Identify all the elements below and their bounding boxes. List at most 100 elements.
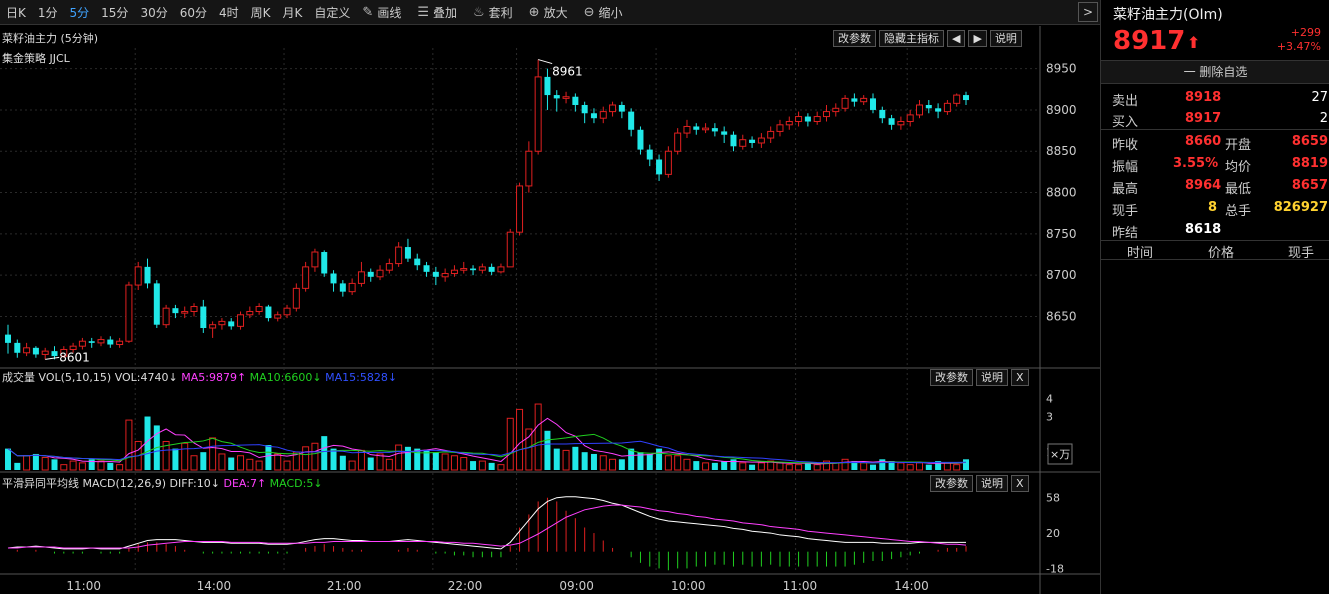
volume-bar	[590, 453, 597, 470]
period-5min[interactable]: 5分	[70, 4, 90, 21]
candle-body	[581, 104, 588, 114]
remove-watchlist-button[interactable]: 一 删除自选	[1101, 60, 1329, 84]
next-arrow-button[interactable]: ▶	[968, 30, 987, 47]
volume-bar	[450, 455, 458, 471]
candle-body	[572, 96, 579, 105]
volume-bar	[757, 462, 765, 471]
candle-body	[757, 137, 765, 144]
volume-bar	[776, 462, 784, 471]
price-tick-label: 8850	[1046, 144, 1077, 158]
candle-body	[144, 266, 151, 284]
volume-bar	[609, 458, 617, 471]
volume-bar	[209, 437, 217, 471]
period-60min[interactable]: 60分	[180, 4, 207, 21]
volume-bar	[581, 452, 588, 470]
candle-body	[888, 118, 895, 125]
hide-main-indicator-button[interactable]: 隐藏主指标	[879, 30, 944, 47]
vol-edit-params-button[interactable]: 改参数	[930, 369, 973, 386]
zoom-out-icon: ⊖	[583, 4, 595, 20]
volume-bar	[357, 449, 365, 471]
volume-bar	[69, 460, 77, 471]
volume-bar	[795, 464, 803, 471]
volume-bar	[683, 458, 691, 471]
period-30min[interactable]: 30分	[140, 4, 167, 21]
main-panel-buttons: 改参数 隐藏主指标 ◀ ▶ 说明	[830, 30, 1022, 47]
volume-bar	[702, 462, 710, 471]
period-15min[interactable]: 15分	[101, 4, 128, 21]
zoom-out-button[interactable]: ⊖ 缩小	[584, 4, 623, 21]
stat-row-5: 昨结 8618	[1112, 222, 1222, 241]
candle-body	[795, 116, 803, 123]
candle-body	[283, 307, 291, 316]
volume-bar	[860, 462, 868, 471]
vol-help-button[interactable]: 说明	[976, 369, 1008, 386]
arbitrage-button[interactable]: ♨ 套利	[473, 4, 513, 21]
price-change: +299	[1290, 26, 1321, 39]
candle-body	[88, 341, 95, 343]
price-tick-label: 8900	[1046, 103, 1077, 117]
price-change-percent: +3.47%	[1276, 40, 1321, 53]
main-edit-params-button[interactable]: 改参数	[833, 30, 876, 47]
candle-body	[628, 111, 635, 130]
candle-body	[943, 102, 951, 113]
kline-chart[interactable]: 895089008850880087508700865089618601431×…	[0, 26, 1100, 594]
main-help-button[interactable]: 说明	[989, 30, 1022, 47]
candle-body	[553, 95, 560, 99]
period-day[interactable]: 日K	[6, 4, 26, 21]
volume-bar	[116, 464, 124, 471]
candle-body	[544, 76, 551, 96]
macd-tick-label: 58	[1046, 492, 1060, 505]
macd-help-button[interactable]: 说明	[976, 475, 1008, 492]
macd-edit-params-button[interactable]: 改参数	[930, 475, 973, 492]
volume-bar	[516, 408, 524, 471]
candle-body	[674, 132, 682, 152]
volume-bar	[646, 453, 653, 470]
candle-body	[423, 265, 430, 272]
volume-bar	[488, 462, 495, 470]
period-month[interactable]: 月K	[283, 4, 303, 21]
zoom-in-button[interactable]: ⊕ 放大	[529, 4, 568, 21]
volume-bar	[60, 464, 68, 471]
candle-body	[69, 345, 77, 350]
time-axis-label: 11:00	[783, 579, 818, 593]
candle-body	[711, 128, 718, 132]
candle-body	[460, 268, 468, 271]
period-week[interactable]: 周K	[251, 4, 271, 21]
volume-bar	[107, 462, 114, 470]
macd-close-button[interactable]: X	[1011, 475, 1029, 492]
volume-bar	[674, 455, 682, 471]
collapse-panel-button[interactable]: >	[1078, 2, 1098, 22]
volume-bar	[963, 459, 969, 470]
trade-list-header: 时间 价格 现手	[1101, 240, 1329, 261]
candle-body	[637, 129, 644, 150]
candle-body	[41, 350, 49, 355]
candle-body	[125, 284, 133, 342]
volume-bar	[237, 455, 245, 471]
period-4h[interactable]: 4时	[219, 4, 239, 21]
prev-arrow-button[interactable]: ◀	[947, 30, 966, 47]
volume-bar	[478, 460, 486, 471]
vol-close-button[interactable]: X	[1011, 369, 1029, 386]
candle-body	[749, 139, 756, 143]
stat-row-3: 最高 8964 最低 8657	[1112, 178, 1328, 197]
period-1min[interactable]: 1分	[38, 4, 58, 21]
candle-body	[330, 273, 337, 284]
overlay-button[interactable]: ☰ 叠加	[417, 4, 457, 21]
candle-body	[367, 271, 374, 277]
candle-body	[534, 76, 542, 152]
volume-bar	[525, 428, 533, 471]
candle-body	[470, 268, 477, 271]
period-custom[interactable]: 自定义	[314, 4, 350, 21]
period-toolbar: 日K 1分 5分 15分 30分 60分 4时 周K 月K 自定义 ✎ 画线 ☰ 叠…	[0, 0, 1100, 25]
candle-body	[190, 306, 198, 312]
candle-body	[841, 97, 849, 109]
volume-bar	[311, 442, 319, 471]
candle-body	[450, 269, 458, 274]
candle-body	[785, 121, 793, 126]
candle-body	[292, 287, 300, 309]
draw-line-button[interactable]: ✎ 画线	[362, 4, 401, 21]
candle-body	[339, 283, 346, 292]
vol-tick-label: 4	[1046, 393, 1053, 406]
volume-bar	[414, 448, 421, 470]
candle-body	[915, 104, 923, 116]
